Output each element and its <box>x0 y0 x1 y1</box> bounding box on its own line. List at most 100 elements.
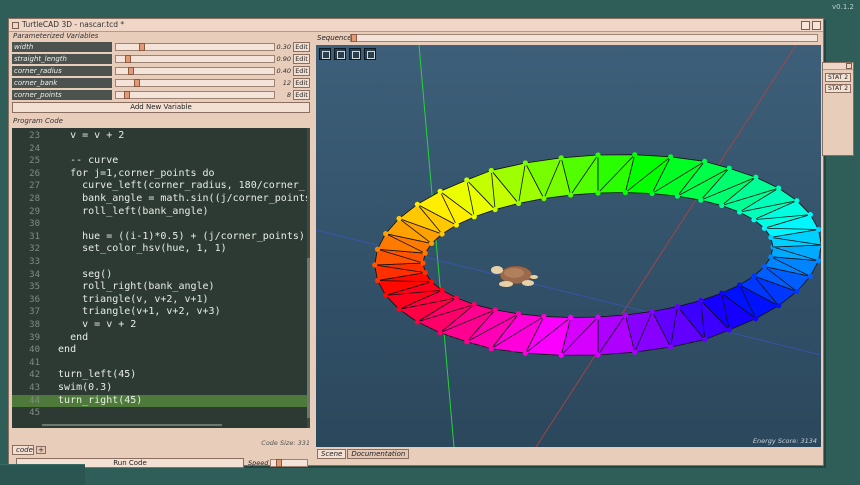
track-vertex <box>674 304 681 310</box>
variable-name: corner_points <box>12 90 112 100</box>
maximize-button[interactable] <box>812 21 821 30</box>
code-line[interactable]: 23 v = v + 2 <box>12 130 310 143</box>
track-vertex <box>439 287 445 293</box>
sequence-slider[interactable] <box>350 34 818 42</box>
variable-value: 12 <box>282 79 291 87</box>
code-line[interactable]: 39 end <box>12 332 310 345</box>
track-vertex <box>768 234 774 240</box>
frame-tool-icon[interactable] <box>334 48 346 60</box>
variable-edit-button[interactable]: Edit <box>293 42 310 52</box>
tab-scene[interactable]: Scene <box>317 449 347 459</box>
code-line[interactable]: 32 set_color_hsv(hue, 1, 1) <box>12 243 310 256</box>
code-line[interactable]: 41 <box>12 357 310 370</box>
variable-value: 0.90 <box>276 55 291 63</box>
track-vertex <box>515 311 522 317</box>
track-vertex <box>396 306 402 312</box>
variable-slider-handle[interactable] <box>139 43 145 51</box>
tab-code[interactable]: code <box>12 445 34 455</box>
line-number: 38 <box>29 320 40 330</box>
line-number: 39 <box>29 332 40 343</box>
code-scroll-thumb[interactable] <box>307 258 310 418</box>
window-menu-icon[interactable] <box>12 22 19 29</box>
stat-button-2[interactable]: STAT 2 <box>825 84 851 93</box>
code-line[interactable]: 28 bank_angle = math.sin((j/corner_point… <box>12 193 310 206</box>
track-vertex <box>776 303 782 309</box>
code-line[interactable]: 45 <box>12 407 310 420</box>
code-line[interactable]: 44 turn_right(45) <box>12 394 310 408</box>
code-line[interactable]: 29 roll_left(bank_angle) <box>12 206 310 219</box>
variable-slider-handle[interactable] <box>134 79 140 87</box>
variable-slider[interactable] <box>115 79 275 87</box>
add-tab-button[interactable]: + <box>36 446 46 454</box>
grid-tool-icon[interactable] <box>364 48 376 60</box>
code-line[interactable]: 38 v = v + 2 <box>12 319 310 332</box>
taskbar-strip <box>0 464 85 485</box>
code-line[interactable]: 33 <box>12 256 310 269</box>
scene-viewport[interactable]: Energy Score: 3134 <box>316 45 821 447</box>
minimize-button[interactable] <box>801 21 810 30</box>
track-vertex <box>768 254 774 260</box>
code-line[interactable]: 43 swim(0.3) <box>12 382 310 395</box>
variable-slider-handle[interactable] <box>128 67 134 75</box>
line-number: 26 <box>29 168 40 179</box>
code-line[interactable]: 24 <box>12 143 310 156</box>
code-line[interactable]: 26 for j=1,corner_points do <box>12 168 310 181</box>
variable-row: width 0.30 Edit <box>12 42 310 52</box>
track-vertex <box>702 336 708 343</box>
line-number: 36 <box>29 294 40 305</box>
code-line[interactable]: 36 triangle(v, v+2, v+1) <box>12 294 310 307</box>
line-number: 44 <box>29 395 40 406</box>
code-line[interactable]: 35 roll_right(bank_angle) <box>12 281 310 294</box>
code-line[interactable]: 40 end <box>12 344 310 357</box>
add-variable-button[interactable]: Add New Variable <box>12 102 310 113</box>
variable-edit-button[interactable]: Edit <box>293 54 310 64</box>
track-vertex <box>595 152 601 158</box>
line-number: 30 <box>29 219 40 230</box>
stats-close-button[interactable] <box>846 63 852 69</box>
speed-slider[interactable] <box>270 459 308 467</box>
line-text: roll_right(bank_angle) <box>46 281 215 293</box>
code-horizontal-scrollbar[interactable] <box>42 424 222 426</box>
track-vertex <box>453 295 460 301</box>
variable-edit-button[interactable]: Edit <box>293 78 310 88</box>
move-tool-icon[interactable] <box>319 48 331 60</box>
line-number: 23 <box>29 131 40 141</box>
code-line[interactable]: 37 triangle(v+1, v+2, v+3) <box>12 306 310 319</box>
focus-tool-icon[interactable] <box>349 48 361 60</box>
variable-slider[interactable] <box>115 91 275 99</box>
speed-slider-handle[interactable] <box>276 459 282 467</box>
variable-edit-button[interactable]: Edit <box>293 90 310 100</box>
line-number: 29 <box>29 206 40 217</box>
line-number: 35 <box>29 282 40 293</box>
title-bar[interactable]: TurtleCAD 3D - nascar.tcd * <box>9 19 823 32</box>
code-editor[interactable]: 45 44 turn_right(45) 43 swim(0.3) 42 turn_l… <box>12 128 310 428</box>
variable-edit-button[interactable]: Edit <box>293 66 310 76</box>
track-vertex <box>488 167 494 174</box>
line-text: end <box>46 331 89 343</box>
variable-slider[interactable] <box>115 67 275 75</box>
sequence-slider-handle[interactable] <box>351 34 357 42</box>
line-number: 42 <box>29 370 40 381</box>
stat-button-1[interactable]: STAT 2 <box>825 73 851 82</box>
track-vertex <box>719 202 725 209</box>
code-line[interactable]: 25 -- curve <box>12 155 310 168</box>
variable-slider[interactable] <box>115 43 275 51</box>
track-vertex <box>428 279 435 285</box>
variable-slider[interactable] <box>115 55 275 63</box>
code-line[interactable]: 30 <box>12 218 310 231</box>
track-vertex <box>794 198 800 204</box>
variable-row: corner_points 8 Edit <box>12 90 310 100</box>
left-panel: Parameterized Variables width 0.30 Edit str… <box>12 32 310 468</box>
code-line[interactable]: 27 curve_left(corner_radius, 180/corner_ <box>12 180 310 193</box>
code-line[interactable]: 42 turn_left(45) <box>12 369 310 382</box>
stats-title-bar[interactable] <box>823 63 853 70</box>
variable-slider-handle[interactable] <box>125 55 131 63</box>
variable-slider-handle[interactable] <box>124 91 130 99</box>
line-text: triangle(v, v+2, v+1) <box>46 293 209 305</box>
tab-documentation[interactable]: Documentation <box>347 449 410 459</box>
code-scrollbar[interactable] <box>307 128 310 428</box>
track-vertex <box>437 188 443 194</box>
track-vertex <box>698 297 704 304</box>
code-line[interactable]: 31 hue = ((i-1)*0.5) + (j/corner_points) <box>12 231 310 244</box>
code-line[interactable]: 34 seg() <box>12 269 310 282</box>
